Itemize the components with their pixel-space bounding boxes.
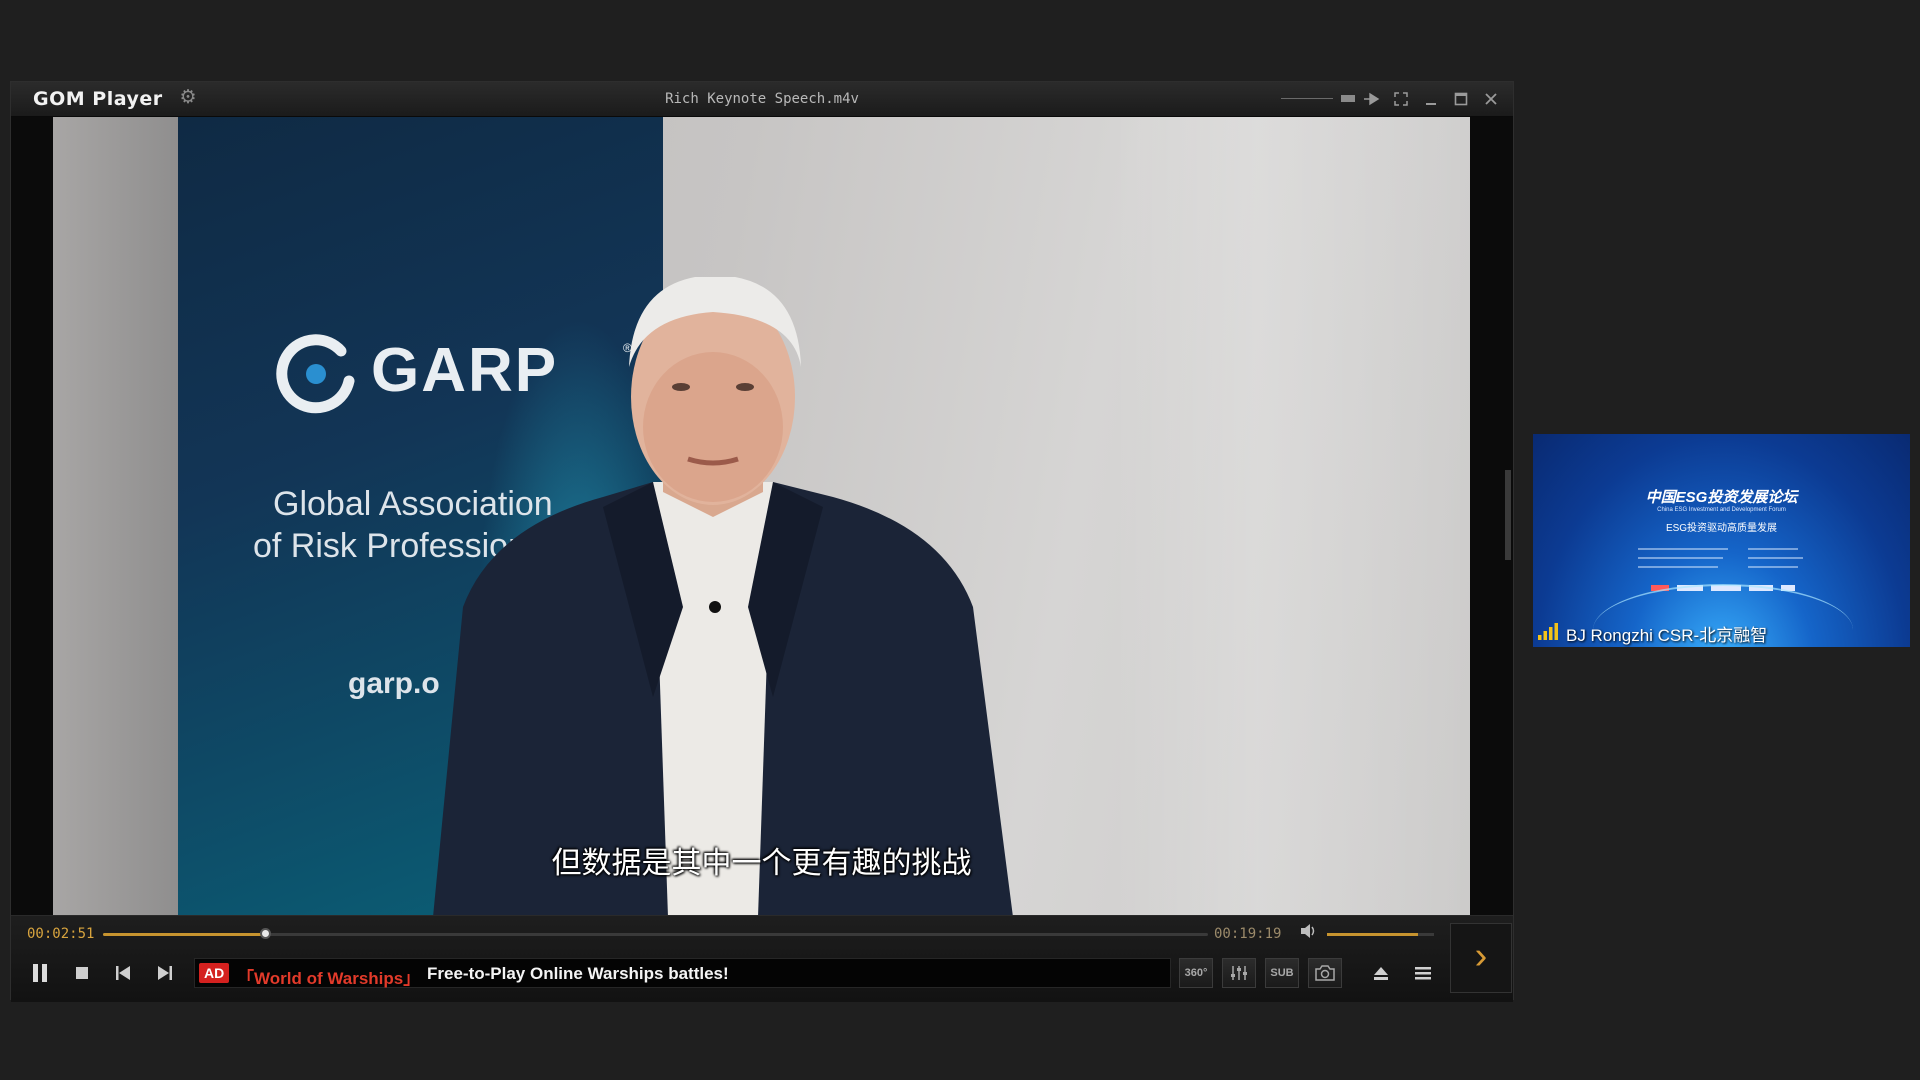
ad-badge: AD — [199, 963, 230, 983]
seek-handle[interactable] — [260, 928, 272, 939]
opacity-slider-track[interactable] — [1281, 98, 1333, 99]
vr-360-button[interactable]: 360° — [1179, 958, 1213, 988]
volume-slider-fill — [1327, 933, 1418, 936]
ad-banner[interactable]: AD 「World of Warships」 Free-to-Play Onli… — [194, 958, 1171, 988]
ad-text[interactable]: Free-to-Play Online Warships battles! — [427, 964, 729, 984]
gom-player-window: GOM Player ⚙ Rich Keynote Speech.m4v GAR… — [10, 81, 1514, 1002]
opacity-slider-knob[interactable] — [1341, 95, 1355, 102]
window-title: Rich Keynote Speech.m4v — [665, 91, 859, 107]
eject-button[interactable] — [1366, 958, 1396, 988]
maximize-icon[interactable] — [1451, 89, 1471, 109]
pause-button[interactable] — [25, 958, 55, 988]
minimize-icon[interactable] — [1421, 89, 1441, 109]
stop-button[interactable] — [67, 958, 97, 988]
fullscreen-icon[interactable] — [1391, 89, 1411, 109]
equalizer-button[interactable] — [1222, 958, 1256, 988]
close-icon[interactable] — [1481, 89, 1501, 109]
video-area[interactable]: GARP ® Global Association of Risk Profes… — [53, 117, 1470, 915]
slide-theme: ESG投资驱动高质量发展 — [1665, 523, 1778, 534]
seek-bar[interactable] — [103, 928, 1208, 939]
mini-play-icon[interactable] — [1361, 89, 1381, 109]
camera-icon — [1315, 965, 1335, 981]
volume-icon[interactable] — [1299, 922, 1317, 945]
slide-title: 中国ESG投资发展论坛 — [1645, 489, 1798, 506]
total-time: 00:19:19 — [1214, 926, 1282, 942]
playlist-toggle-button[interactable]: › — [1450, 923, 1512, 993]
window-edge-handle[interactable] — [1505, 470, 1511, 560]
control-bar: 00:02:51 00:19:19 AD 「World of Warships」… — [11, 915, 1513, 1002]
subtitle-text: 但数据是其中一个更有趣的挑战 — [551, 846, 972, 881]
participant-name: BJ Rongzhi CSR-北京融智 — [1566, 626, 1768, 645]
next-button[interactable] — [150, 958, 180, 988]
title-bar[interactable]: GOM Player ⚙ Rich Keynote Speech.m4v — [11, 82, 1513, 117]
equalizer-icon — [1231, 966, 1247, 980]
volume-slider[interactable] — [1327, 933, 1434, 936]
participant-tile[interactable]: 中国ESG投资发展论坛 China ESG Investment and Dev… — [1533, 434, 1910, 647]
playlist-arrow-icon: › — [1474, 935, 1488, 977]
current-time: 00:02:51 — [27, 926, 95, 942]
speaker-figure — [433, 277, 1013, 915]
screenshot-button[interactable] — [1308, 958, 1342, 988]
menu-button[interactable] — [1408, 958, 1438, 988]
previous-button[interactable] — [108, 958, 138, 988]
signal-icon — [1538, 623, 1558, 640]
seek-bar-fill — [103, 933, 266, 936]
subtitle-button[interactable]: SUB — [1265, 958, 1299, 988]
garp-logo-mark — [276, 334, 355, 414]
ad-game-title[interactable]: 「World of Warships」 — [237, 964, 420, 989]
slide-subtitle: China ESG Investment and Development For… — [1657, 507, 1786, 513]
